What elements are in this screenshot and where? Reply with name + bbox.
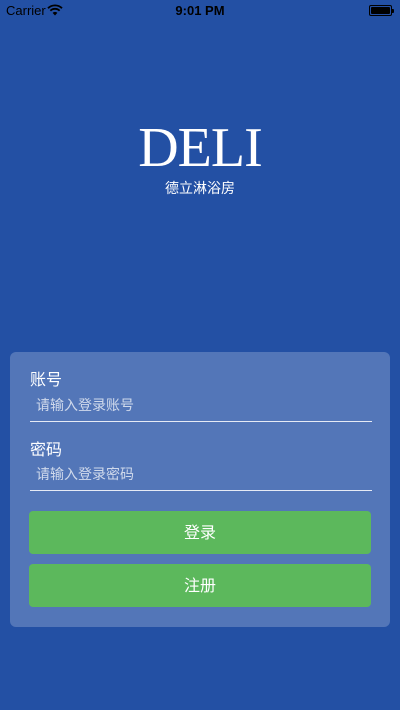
- brand-logo: DELI: [138, 117, 263, 179]
- login-button[interactable]: 登录: [29, 511, 371, 554]
- login-card: 账号 密码 登录 注册: [10, 352, 390, 627]
- login-screen: Carrier 9:01 PM DELI 德立淋浴房 账号 密码 登录 注册: [0, 0, 400, 710]
- battery-icon: [369, 5, 394, 16]
- account-input[interactable]: [30, 390, 372, 422]
- register-button[interactable]: 注册: [29, 564, 371, 607]
- status-time: 9:01 PM: [175, 3, 225, 18]
- brand-subtitle: 德立淋浴房: [165, 181, 235, 197]
- password-input[interactable]: [30, 459, 372, 491]
- status-bar: Carrier 9:01 PM: [0, 0, 400, 20]
- account-label: 账号: [30, 370, 63, 389]
- password-label: 密码: [30, 440, 63, 459]
